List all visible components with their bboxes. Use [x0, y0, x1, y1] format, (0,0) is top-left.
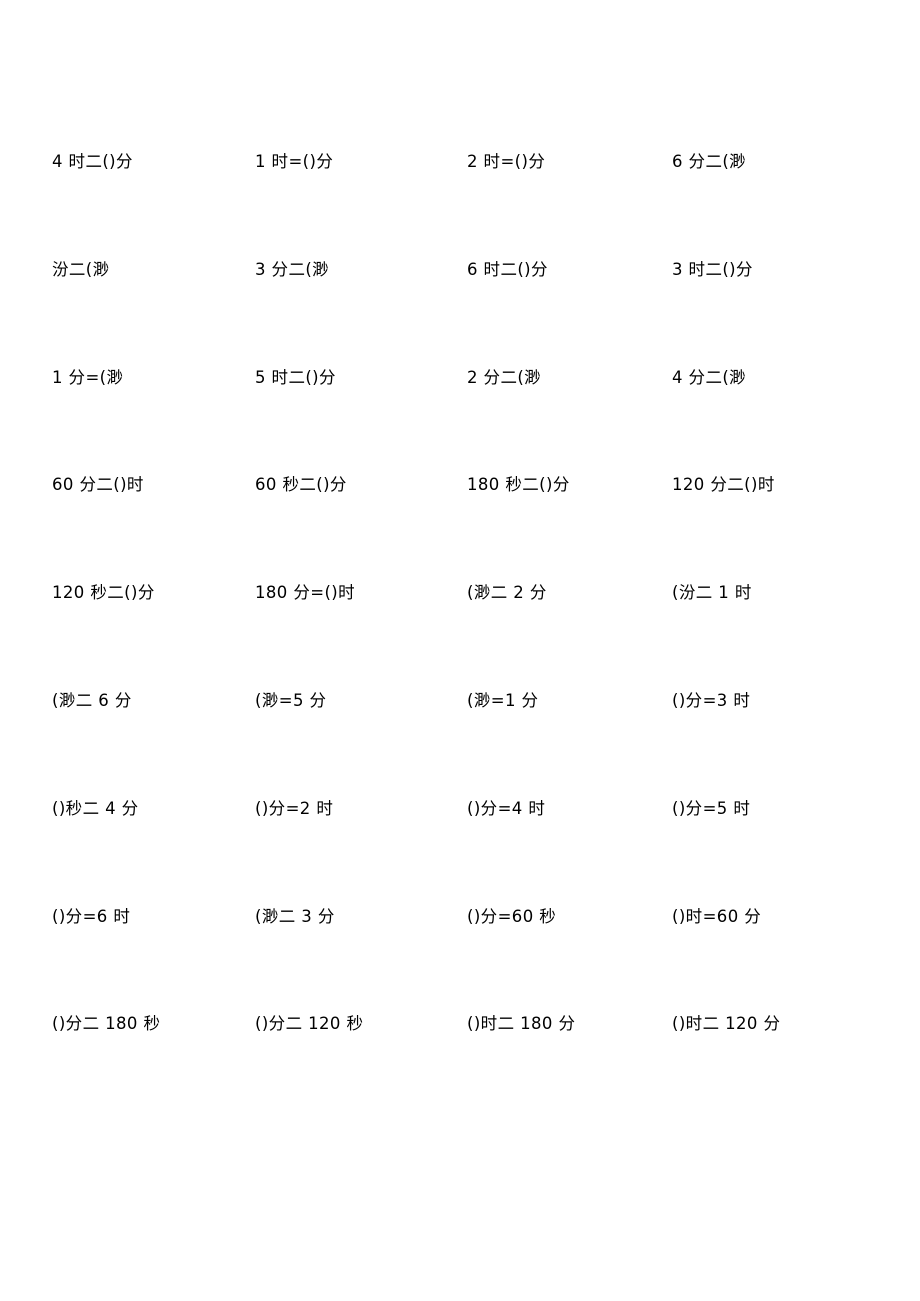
- problem-cell: 60 分二()时: [52, 475, 144, 495]
- problem-cell: ()秒二 4 分: [52, 798, 139, 818]
- problem-grid: 4 时二()分 1 时=()分 2 时=()分 6 分二(渺 汾二(渺 3 分二…: [52, 152, 872, 1122]
- problem-cell: 120 分二()时: [672, 475, 775, 495]
- worksheet-page: 4 时二()分 1 时=()分 2 时=()分 6 分二(渺 汾二(渺 3 分二…: [0, 0, 920, 1301]
- problem-cell: ()分=60 秒: [467, 906, 557, 926]
- problem-cell: (渺二 3 分: [255, 906, 335, 926]
- problem-cell: ()时二 120 分: [672, 1014, 781, 1034]
- problem-cell: ()分二 180 秒: [52, 1014, 161, 1034]
- problem-cell: (汾二 1 时: [672, 583, 752, 603]
- problem-cell: ()时=60 分: [672, 906, 762, 926]
- problem-cell: 6 时二()分: [467, 259, 548, 279]
- problem-cell: 6 分二(渺: [672, 152, 747, 171]
- problem-cell: 1 时=()分: [255, 152, 334, 171]
- problem-cell: 4 时二()分: [52, 152, 133, 171]
- problem-cell: ()分=2 时: [255, 798, 334, 818]
- problem-cell: 180 分=()时: [255, 583, 356, 603]
- problem-cell: (渺二 6 分: [52, 690, 132, 710]
- problem-cell: 120 秒二()分: [52, 583, 155, 603]
- problem-cell: 60 秒二()分: [255, 475, 347, 495]
- problem-cell: 5 时二()分: [255, 367, 336, 387]
- problem-cell: 2 时=()分: [467, 152, 546, 171]
- problem-cell: (渺二 2 分: [467, 583, 547, 603]
- problem-cell: ()时二 180 分: [467, 1014, 576, 1034]
- problem-cell: (渺=5 分: [255, 690, 327, 710]
- problem-cell: ()分=4 时: [467, 798, 546, 818]
- problem-cell: 4 分二(渺: [672, 367, 747, 387]
- problem-cell: (渺=1 分: [467, 690, 539, 710]
- problem-cell: ()分=5 时: [672, 798, 751, 818]
- problem-cell: ()分二 120 秒: [255, 1014, 364, 1034]
- problem-cell: 3 分二(渺: [255, 259, 330, 279]
- problem-cell: ()分=6 时: [52, 906, 131, 926]
- problem-cell: 180 秒二()分: [467, 475, 570, 495]
- problem-cell: 2 分二(渺: [467, 367, 542, 387]
- problem-cell: 1 分=(渺: [52, 367, 124, 387]
- problem-cell: 汾二(渺: [52, 259, 110, 279]
- problem-cell: 3 时二()分: [672, 259, 753, 279]
- problem-cell: ()分=3 时: [672, 690, 751, 710]
